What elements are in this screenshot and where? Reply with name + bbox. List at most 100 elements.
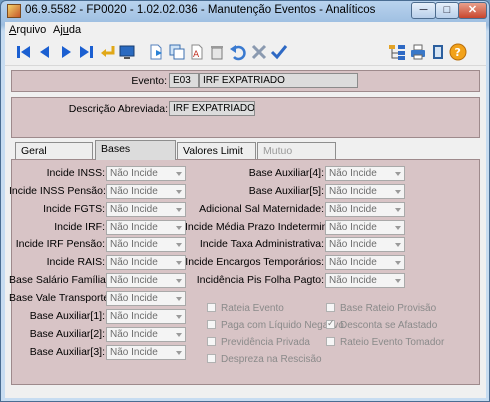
menu-bar: Arquivo Ajuda <box>5 22 486 38</box>
base-auxiliar-5-label: Base Auxiliar[5]: <box>248 185 324 197</box>
incide-taxa-administrativa-select[interactable]: Não Incide <box>325 237 405 252</box>
base-auxiliar-4-select[interactable]: Não Incide <box>325 166 405 181</box>
menu-ajuda[interactable]: Ajuda <box>53 24 81 36</box>
incide-fgts-select[interactable]: Não Incide <box>106 202 186 217</box>
base-salario-familia-value: Não Incide <box>110 275 158 286</box>
base-vale-transporte-value: Não Incide <box>110 293 158 304</box>
base-auxiliar-2-label: Base Auxiliar[2]: <box>29 328 105 340</box>
incide-media-prazo-select[interactable]: Não Incide <box>325 220 405 235</box>
previous-record-icon[interactable] <box>36 43 54 61</box>
title-bar[interactable]: 06.9.5582 - FP0020 - 1.02.02.036 - Manut… <box>1 1 489 21</box>
previdencia-privada-checkbox[interactable]: Previdência Privada <box>207 337 310 348</box>
adicional-sal-maternidade-value: Não Incide <box>329 204 377 215</box>
screen-icon[interactable] <box>118 43 136 61</box>
content-area: Evento: E03 IRF EXPATRIADO Descrição Abr… <box>5 66 486 398</box>
incide-taxa-administrativa-value: Não Incide <box>329 239 377 250</box>
incidencia-pis-value: Não Incide <box>329 275 377 286</box>
chevron-down-icon <box>176 315 182 319</box>
base-auxiliar-2-value: Não Incide <box>110 329 158 340</box>
incide-media-prazo-value: Não Incide <box>329 222 377 233</box>
tab-geral[interactable]: Geral <box>15 142 93 159</box>
rateio-evento-tomador-checkbox[interactable]: Rateio Evento Tomador <box>326 337 444 348</box>
incide-taxa-administrativa-label: Incide Taxa Administrativa: <box>199 238 324 250</box>
incidencia-pis-label: Incidência Pis Folha Pagto: <box>196 274 324 286</box>
chevron-down-icon <box>395 279 401 283</box>
chevron-down-icon <box>176 208 182 212</box>
confirm-icon[interactable] <box>99 43 117 61</box>
rateio-evento-tomador-label: Rateio Evento Tomador <box>340 337 445 348</box>
tree-icon[interactable] <box>388 43 406 61</box>
checkbox-box <box>326 337 335 346</box>
adicional-sal-maternidade-label: Adicional Sal Maternidade: <box>199 203 324 215</box>
last-record-icon[interactable] <box>77 43 95 61</box>
evento-name-field[interactable]: IRF EXPATRIADO <box>199 73 358 88</box>
menu-ajuda-label-b: da <box>68 24 82 36</box>
tab-mutuo[interactable]: Mutuo <box>257 142 336 159</box>
desconta-afastado-checkbox[interactable]: Desconta se Afastado <box>326 318 437 331</box>
toolbar: A ? <box>5 38 486 66</box>
incide-media-prazo-label: Incide Média Prazo Indeterminado: <box>185 221 348 233</box>
tab-bases[interactable]: Bases <box>95 140 176 160</box>
checkbox-box <box>207 303 216 312</box>
incide-fgts-label: Incide FGTS: <box>43 203 105 215</box>
incide-encargos-temporarios-value: Não Incide <box>329 257 377 268</box>
incide-inss-select[interactable]: Não Incide <box>106 166 186 181</box>
exit-icon[interactable] <box>429 43 447 61</box>
adicional-sal-maternidade-select[interactable]: Não Incide <box>325 202 405 217</box>
menu-arquivo-label: rquivo <box>16 24 47 36</box>
despreza-rescisao-checkbox[interactable]: Despreza na Rescisão <box>207 354 322 365</box>
incidencia-pis-select[interactable]: Não Incide <box>325 273 405 288</box>
descricao-field[interactable]: IRF EXPATRIADO <box>169 101 255 116</box>
undo-icon[interactable] <box>229 43 247 61</box>
help-icon[interactable]: ? <box>449 43 467 61</box>
menu-arquivo[interactable]: Arquivo <box>9 24 46 36</box>
base-auxiliar-4-value: Não Incide <box>329 168 377 179</box>
cancel-icon[interactable] <box>250 43 268 61</box>
incide-irf-pensao-select[interactable]: Não Incide <box>106 237 186 252</box>
next-record-icon[interactable] <box>57 43 75 61</box>
paga-liquido-negativo-checkbox[interactable]: Paga com Líquido Negativo <box>207 320 344 331</box>
edit-icon[interactable]: A <box>188 43 206 61</box>
base-auxiliar-5-value: Não Incide <box>329 186 377 197</box>
incide-inss-pensao-select[interactable]: Não Incide <box>106 184 186 199</box>
checkbox-box <box>207 320 216 329</box>
maximize-button[interactable]: □ <box>435 2 459 19</box>
print-icon[interactable] <box>409 43 427 61</box>
base-auxiliar-5-select[interactable]: Não Incide <box>325 184 405 199</box>
chevron-down-icon <box>395 261 401 265</box>
new-document-icon[interactable] <box>147 43 165 61</box>
evento-code-field[interactable]: E03 <box>169 73 199 88</box>
incide-encargos-temporarios-select[interactable]: Não Incide <box>325 255 405 270</box>
main-window: 06.9.5582 - FP0020 - 1.02.02.036 - Manut… <box>0 0 490 402</box>
first-record-icon[interactable] <box>15 43 33 61</box>
rateia-evento-label: Rateia Evento <box>221 303 284 314</box>
minimize-button[interactable]: ─ <box>411 2 436 19</box>
base-auxiliar-2-select[interactable]: Não Incide <box>106 327 186 342</box>
app-icon <box>7 4 21 18</box>
chevron-down-icon <box>395 243 401 247</box>
incide-irf-label: Incide IRF: <box>54 221 105 233</box>
incide-irf-select[interactable]: Não Incide <box>106 220 186 235</box>
rateia-evento-checkbox[interactable]: Rateia Evento <box>207 303 284 314</box>
close-button[interactable]: ✕ <box>458 2 487 19</box>
copy-icon[interactable] <box>168 43 186 61</box>
base-vale-transporte-select[interactable]: Não Incide <box>106 291 186 306</box>
previdencia-privada-label: Previdência Privada <box>221 337 310 348</box>
delete-icon[interactable] <box>208 43 226 61</box>
window-title: 06.9.5582 - FP0020 - 1.02.02.036 - Manut… <box>25 4 376 16</box>
base-auxiliar-3-select[interactable]: Não Incide <box>106 345 186 360</box>
base-auxiliar-1-select[interactable]: Não Incide <box>106 309 186 324</box>
tab-valores-limit[interactable]: Valores Limit <box>177 142 256 159</box>
base-rateio-provisao-checkbox[interactable]: Base Rateio Provisão <box>326 303 436 314</box>
base-vale-transporte-label: Base Vale Transporte: <box>9 292 113 304</box>
chevron-down-icon <box>176 333 182 337</box>
chevron-down-icon <box>176 190 182 194</box>
incide-rais-select[interactable]: Não Incide <box>106 255 186 270</box>
check-icon[interactable] <box>270 43 288 61</box>
base-salario-familia-select[interactable]: Não Incide <box>106 273 186 288</box>
checkbox-box <box>207 337 216 346</box>
incide-inss-value: Não Incide <box>110 168 158 179</box>
incide-irf-pensao-value: Não Incide <box>110 239 158 250</box>
base-auxiliar-4-label: Base Auxiliar[4]: <box>248 167 324 179</box>
base-auxiliar-1-label: Base Auxiliar[1]: <box>29 310 105 322</box>
